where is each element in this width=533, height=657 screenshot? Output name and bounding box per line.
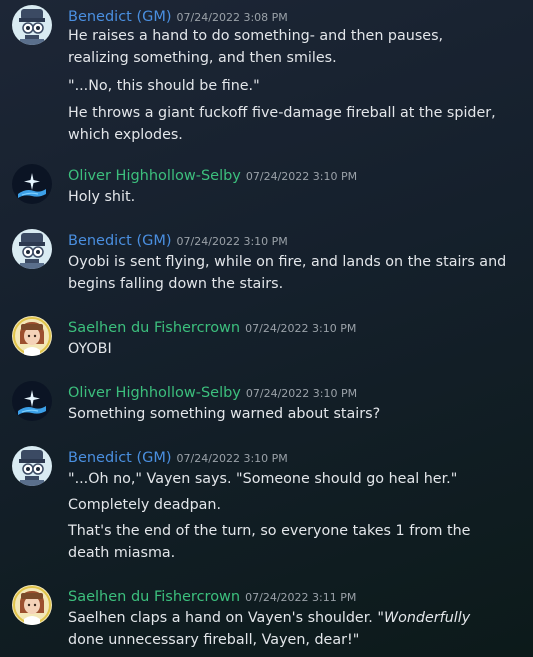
timestamp: 07/24/2022 3:10 PM	[176, 452, 288, 465]
message-text: OYOBI	[68, 341, 112, 357]
chat-log: Benedict (GM) 07/24/2022 3:08 PM He raise…	[0, 0, 533, 657]
message-text: That's the end of the turn, so everyone …	[68, 523, 471, 561]
message-text: Completely deadpan.	[68, 497, 222, 513]
timestamp: 07/24/2022 3:08 PM	[176, 11, 288, 24]
message-text: He raises a hand to do something- and th…	[68, 28, 444, 66]
message-text: He throws a giant fuckoff five-damage fi…	[68, 105, 496, 143]
username[interactable]: Benedict (GM)	[68, 233, 172, 249]
skull-avatar-icon[interactable]	[12, 5, 52, 45]
message-header: Saelhen du Fishercrown 07/24/2022 3:11 PM	[68, 585, 356, 607]
timestamp: 07/24/2022 3:11 PM	[245, 591, 357, 604]
message-text: Holy shit.	[68, 189, 136, 205]
timestamp: 07/24/2022 3:10 PM	[245, 170, 358, 183]
message-text-part: done unnecessary fireball, Vayen, dear!"	[68, 632, 360, 648]
portrait-avatar-icon[interactable]	[12, 585, 52, 625]
portrait-avatar-icon[interactable]	[12, 316, 52, 356]
skull-avatar-icon[interactable]	[12, 229, 52, 269]
skull-avatar-icon[interactable]	[12, 446, 52, 486]
message-text: Saelhen claps a hand on Vayen's shoulder…	[68, 607, 508, 651]
username[interactable]: Oliver Highhollow-Selby	[68, 385, 241, 401]
star-hand-avatar-icon[interactable]	[12, 164, 52, 204]
message-text: "...Oh no," Vayen says. "Someone should …	[68, 471, 458, 487]
timestamp: 07/24/2022 3:10 PM	[245, 387, 358, 400]
username[interactable]: Saelhen du Fishercrown	[68, 589, 240, 605]
timestamp: 07/24/2022 3:10 PM	[176, 235, 288, 248]
username[interactable]: Benedict (GM)	[68, 9, 172, 25]
message-header: Benedict (GM) 07/24/2022 3:10 PM	[68, 446, 288, 468]
message-text: "...No, this should be fine."	[68, 78, 260, 94]
star-hand-avatar-icon[interactable]	[12, 381, 52, 421]
username[interactable]: Saelhen du Fishercrown	[68, 320, 240, 336]
message-text: Something something warned about stairs?	[68, 406, 381, 422]
message-header: Benedict (GM) 07/24/2022 3:10 PM	[68, 229, 288, 251]
emphasis-text: Wonderfully	[383, 610, 471, 626]
message-header: Saelhen du Fishercrown 07/24/2022 3:10 PM	[68, 316, 356, 338]
timestamp: 07/24/2022 3:10 PM	[245, 322, 357, 335]
username[interactable]: Oliver Highhollow-Selby	[68, 168, 241, 184]
message-text-part: Saelhen claps a hand on Vayen's shoulder…	[68, 610, 384, 626]
message-header: Oliver Highhollow-Selby 07/24/2022 3:10 P…	[68, 164, 357, 186]
message-header: Benedict (GM) 07/24/2022 3:08 PM	[68, 5, 288, 27]
message-text: Oyobi is sent flying, while on fire, and…	[68, 254, 507, 292]
username[interactable]: Benedict (GM)	[68, 450, 172, 466]
message-header: Oliver Highhollow-Selby 07/24/2022 3:10 P…	[68, 381, 357, 403]
